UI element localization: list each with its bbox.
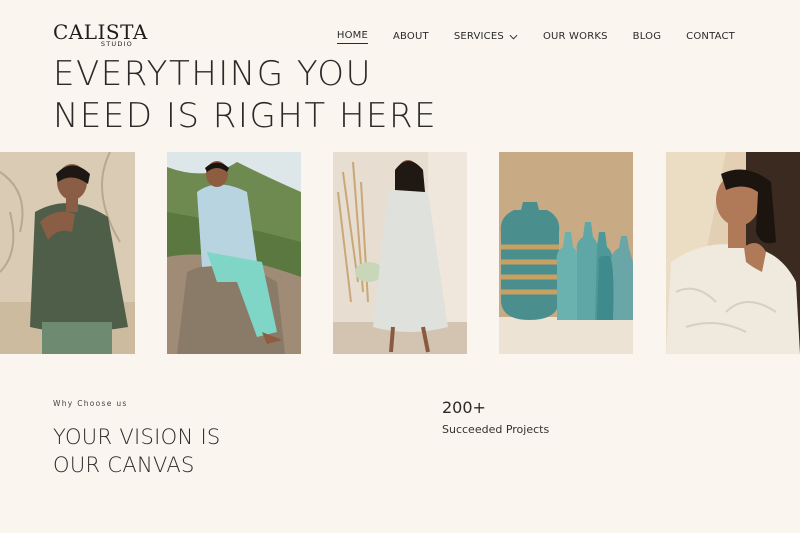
section-tagline: Why Choose us bbox=[53, 399, 128, 408]
brand-name: CALISTA bbox=[53, 20, 148, 44]
nav-contact[interactable]: CONTACT bbox=[686, 30, 735, 44]
gallery-photo-white-embroidered[interactable] bbox=[666, 152, 800, 354]
hero-line-1: EVERYTHING YOU bbox=[53, 54, 372, 94]
hero-line-2: NEED IS RIGHT HERE bbox=[53, 96, 438, 136]
nav-home[interactable]: HOME bbox=[336, 29, 368, 44]
photo-gallery bbox=[0, 152, 800, 354]
nav-services-label: SERVICES bbox=[453, 30, 504, 42]
nav-about[interactable]: ABOUT bbox=[393, 30, 429, 44]
brand-logo[interactable]: CALISTA STUDIO bbox=[53, 20, 148, 50]
chevron-down-icon bbox=[509, 34, 518, 40]
stat-value: 200+ bbox=[442, 398, 486, 417]
nav-blog[interactable]: BLOG bbox=[633, 30, 662, 44]
gallery-photo-white-dress[interactable] bbox=[333, 152, 467, 354]
main-nav: HOME ABOUT SERVICES OUR WORKS BLOG CONTA… bbox=[336, 29, 735, 44]
nav-services[interactable]: SERVICES bbox=[454, 30, 518, 44]
section-heading: YOUR VISION IS OUR CANVAS bbox=[53, 423, 221, 479]
gallery-photo-teal-outfit[interactable] bbox=[167, 152, 301, 354]
nav-our-works[interactable]: OUR WORKS bbox=[543, 30, 608, 44]
brand-subtitle: STUDIO bbox=[100, 40, 133, 48]
stat-label: Succeeded Projects bbox=[442, 423, 550, 436]
hero-heading: EVERYTHING YOU NEED IS RIGHT HERE bbox=[53, 53, 437, 137]
section-heading-line-1: YOUR VISION IS bbox=[53, 425, 221, 449]
section-heading-line-2: OUR CANVAS bbox=[53, 453, 195, 477]
gallery-photo-green-top[interactable] bbox=[0, 152, 135, 354]
gallery-photo-vases[interactable] bbox=[499, 152, 633, 354]
